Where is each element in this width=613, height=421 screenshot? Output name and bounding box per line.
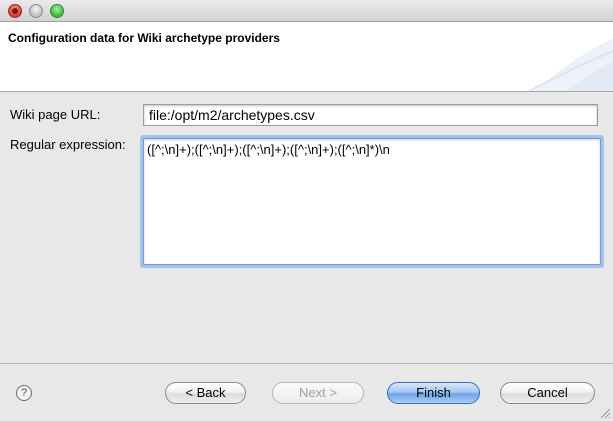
finish-button[interactable]: Finish [387,382,480,404]
back-button[interactable]: < Back [165,382,246,404]
footer-separator [0,363,613,364]
regex-label: Regular expression: [10,137,126,152]
header-swoosh-graphic [527,38,613,91]
window-close-button[interactable] [8,4,22,18]
window-titlebar [0,0,613,22]
wizard-header: Configuration data for Wiki archetype pr… [0,22,613,92]
next-button: Next > [272,382,364,404]
help-icon[interactable]: ? [16,385,32,401]
regular-expression-textarea[interactable] [143,138,601,265]
window-minimize-button[interactable] [29,4,43,18]
url-label: Wiki page URL: [10,107,101,122]
resize-grip-icon[interactable] [599,407,611,419]
wizard-page-title: Configuration data for Wiki archetype pr… [8,31,280,45]
window-zoom-button[interactable] [50,4,64,18]
wiki-page-url-input[interactable] [143,104,598,126]
cancel-button[interactable]: Cancel [500,382,595,404]
